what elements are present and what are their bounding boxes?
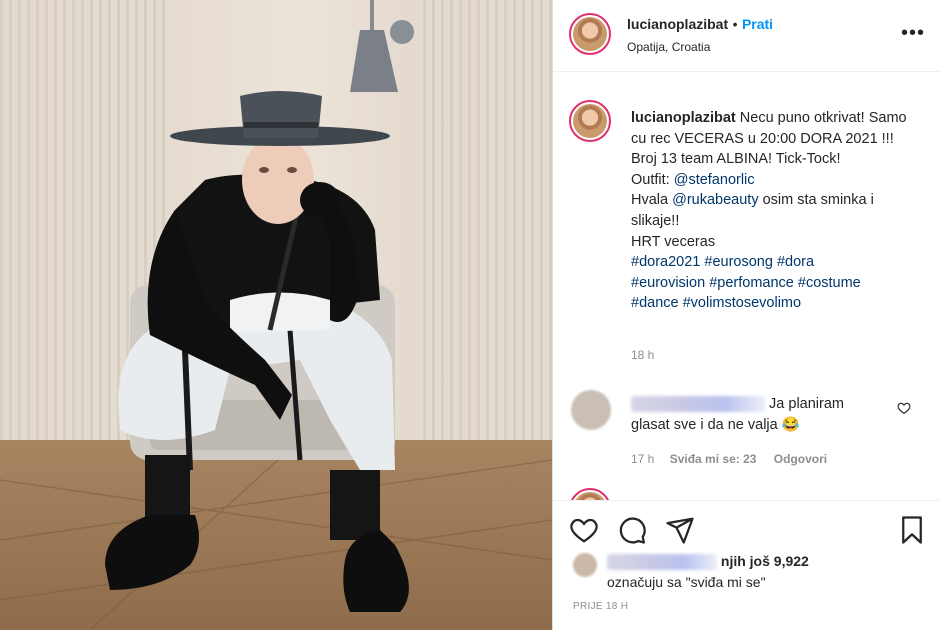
post-header: lucianoplazibat • Prati Opatija, Croatia… xyxy=(553,0,940,72)
reply-button[interactable]: Odgovori xyxy=(774,452,827,466)
bookmark-icon[interactable] xyxy=(897,515,927,545)
comments-section[interactable]: lucianoplazibat Necu puno otkrivat! Samo… xyxy=(553,72,940,500)
hashtag[interactable]: #eurosong xyxy=(704,254,773,270)
liker-avatar[interactable] xyxy=(573,553,597,577)
mention-rukabeauty[interactable]: @rukabeauty xyxy=(672,192,758,208)
hashtag[interactable]: #dora2021 xyxy=(631,254,700,270)
follow-button[interactable]: Prati xyxy=(742,16,773,32)
hashtag[interactable]: #perfomance xyxy=(709,275,794,291)
caption-username[interactable]: lucianoplazibat xyxy=(631,110,736,126)
comment-age[interactable]: 17 h xyxy=(631,452,654,466)
author-line: lucianoplazibat • Prati xyxy=(627,16,773,34)
likes-summary[interactable]: njih još 9,922 označuju sa "sviđa mi se" xyxy=(607,551,809,593)
caption-text: lucianoplazibat Necu puno otkrivat! Samo… xyxy=(631,108,921,314)
commenter-username-blurred[interactable] xyxy=(631,396,765,413)
instagram-post-view: lucianoplazibat • Prati Opatija, Croatia… xyxy=(0,0,940,630)
next-comment-avatar-image xyxy=(573,492,607,500)
separator-dot: • xyxy=(732,16,738,32)
hashtag[interactable]: #costume xyxy=(798,275,861,291)
hashtag[interactable]: #eurovision xyxy=(631,275,705,291)
comment-body: Ja planiram glasat sve i da ne valja 😂 xyxy=(631,394,881,436)
liker-username-blurred[interactable] xyxy=(607,554,717,571)
commenter-avatar[interactable] xyxy=(571,390,611,430)
hashtag[interactable]: #dora xyxy=(777,254,814,270)
likes-line2: označuju sa "sviđa mi se" xyxy=(607,574,766,590)
post-photo-illustration xyxy=(0,0,552,630)
next-comment-avatar[interactable] xyxy=(569,488,611,500)
post-photo[interactable] xyxy=(0,0,552,630)
heart-icon[interactable] xyxy=(569,515,599,545)
comment-like-heart-icon[interactable] xyxy=(897,401,911,415)
comment-icon[interactable] xyxy=(617,515,647,545)
author-avatar-image xyxy=(573,17,607,51)
comment-meta: 17 h Sviđa mi se: 23 Odgovori xyxy=(631,452,827,466)
paper-plane-icon[interactable] xyxy=(665,515,695,545)
more-options-icon[interactable]: ••• xyxy=(901,22,925,45)
hashtag[interactable]: #dance xyxy=(631,295,679,311)
hrt-line: HRT veceras xyxy=(631,233,716,250)
likes-count[interactable]: njih još 9,922 xyxy=(721,553,809,569)
caption-age[interactable]: 18 h xyxy=(631,348,654,362)
hashtag[interactable]: #volimstosevolimo xyxy=(683,295,801,311)
author-username[interactable]: lucianoplazibat xyxy=(627,16,728,32)
author-avatar[interactable] xyxy=(569,13,611,55)
post-side-panel: lucianoplazibat • Prati Opatija, Croatia… xyxy=(552,0,940,630)
post-timestamp[interactable]: PRIJE 18 H xyxy=(573,601,628,612)
thanks-prefix: Hvala xyxy=(631,192,673,209)
comment-likes[interactable]: Sviđa mi se: 23 xyxy=(670,452,757,466)
post-actions: njih još 9,922 označuju sa "sviđa mi se"… xyxy=(553,500,940,630)
caption-avatar-image xyxy=(573,104,607,138)
caption-avatar[interactable] xyxy=(569,100,611,142)
mention-stefanorlic[interactable]: @stefanorlic xyxy=(674,172,755,188)
outfit-prefix: Outfit: xyxy=(631,171,674,188)
post-location[interactable]: Opatija, Croatia xyxy=(627,40,710,54)
